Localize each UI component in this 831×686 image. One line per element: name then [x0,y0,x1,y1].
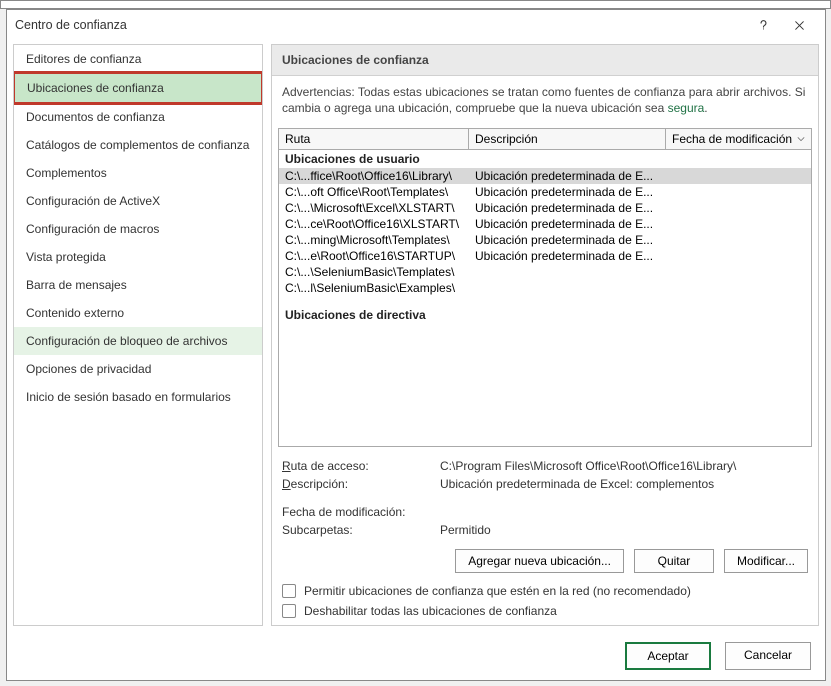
cell-path: C:\...ming\Microsoft\Templates\ [279,233,469,247]
ok-button[interactable]: Aceptar [625,642,711,670]
close-button[interactable] [781,11,817,39]
trust-center-dialog: Centro de confianza Editores de confianz… [6,9,826,681]
cell-desc: Ubicación predeterminada de E... [469,201,666,215]
table-row[interactable]: C:\...ce\Root\Office16\XLSTART\ Ubicació… [279,216,811,232]
panel-heading: Ubicaciones de confianza [272,45,818,76]
table-row[interactable]: C:\...\Microsoft\Excel\XLSTART\ Ubicació… [279,200,811,216]
content-area: Editores de confianza Ubicaciones de con… [7,40,825,632]
nav-form-login[interactable]: Inicio de sesión basado en formularios [14,383,262,411]
close-icon [793,19,806,32]
warning-line2c: . [704,101,707,115]
checkbox-icon [282,584,296,598]
checkbox-icon [282,604,296,618]
warning-link[interactable]: segura [668,101,705,115]
detail-path-label: Ruta de acceso: [282,459,440,473]
cell-date [666,201,811,215]
col-desc[interactable]: Descripción [469,129,666,149]
cell-desc: Ubicación predeterminada de E... [469,217,666,231]
detail-path-value: C:\Program Files\Microsoft Office\Root\O… [440,459,808,473]
help-button[interactable] [745,11,781,39]
nav-protected-view[interactable]: Vista protegida [14,243,262,271]
cancel-button[interactable]: Cancelar [725,642,811,670]
nav-trusted-documents[interactable]: Documentos de confianza [14,103,262,131]
nav-external-content[interactable]: Contenido externo [14,299,262,327]
detail-desc-label: Descripción: [282,477,440,491]
nav-addin-catalogs[interactable]: Catálogos de complementos de confianza [14,131,262,159]
sidebar: Editores de confianza Ubicaciones de con… [13,44,263,626]
warning-line2a: cambia o agrega una ubicación, compruebe… [282,101,668,115]
window-title: Centro de confianza [15,18,745,32]
col-desc-label: Descripción [475,132,538,146]
detail-desc-value: Ubicación predeterminada de Excel: compl… [440,477,808,491]
help-icon [757,19,770,32]
location-buttons: Agregar nueva ubicación... Quitar Modifi… [272,545,818,581]
cell-date [666,249,811,263]
warning-line1: Advertencias: Todas estas ubicaciones se… [282,85,805,99]
remove-button[interactable]: Quitar [634,549,714,573]
nav-macros[interactable]: Configuración de macros [14,215,262,243]
details-panel: Ruta de acceso:C:\Program Files\Microsof… [272,447,818,545]
titlebar: Centro de confianza [7,10,825,40]
disable-all-label: Deshabilitar todas las ubicaciones de co… [304,604,557,618]
warning-text: Advertencias: Todas estas ubicaciones se… [272,76,818,124]
cell-date [666,233,811,247]
detail-sub-label: Subcarpetas: [282,523,440,537]
table-row[interactable]: C:\...l\SeleniumBasic\Examples\ [279,280,811,296]
table-row[interactable]: C:\...\SeleniumBasic\Templates\ [279,264,811,280]
cell-desc: Ubicación predeterminada de E... [469,185,666,199]
disable-all-checkbox-row[interactable]: Deshabilitar todas las ubicaciones de co… [272,601,818,621]
cell-desc: Ubicación predeterminada de E... [469,169,666,183]
dialog-footer: Aceptar Cancelar [7,632,825,680]
section-user: Ubicaciones de usuario [279,150,811,168]
cell-desc: Ubicación predeterminada de E... [469,233,666,247]
table-row[interactable]: C:\...oft Office\Root\Templates\ Ubicaci… [279,184,811,200]
col-path[interactable]: Ruta [279,129,469,149]
cell-desc [469,281,666,295]
cell-path: C:\...l\SeleniumBasic\Examples\ [279,281,469,295]
allow-network-label: Permitir ubicaciones de confianza que es… [304,584,691,598]
cell-date [666,169,811,183]
detail-sub-value: Permitido [440,523,808,537]
cell-path: C:\...ce\Root\Office16\XLSTART\ [279,217,469,231]
table-row[interactable]: C:\...ming\Microsoft\Templates\ Ubicació… [279,232,811,248]
col-path-label: Ruta [285,132,310,146]
cell-date [666,185,811,199]
add-location-button[interactable]: Agregar nueva ubicación... [455,549,624,573]
main-panel: Ubicaciones de confianza Advertencias: T… [271,44,819,626]
nav-trusted-locations[interactable]: Ubicaciones de confianza [15,74,261,102]
nav-addins[interactable]: Complementos [14,159,262,187]
allow-network-checkbox-row[interactable]: Permitir ubicaciones de confianza que es… [272,581,818,601]
background-window [0,0,831,9]
locations-table: Ruta Descripción Fecha de modificación U… [278,128,812,447]
cell-path: C:\...\SeleniumBasic\Templates\ [279,265,469,279]
cell-path: C:\...ffice\Root\Office16\Library\ [279,169,469,183]
table-body[interactable]: Ubicaciones de usuario C:\...ffice\Root\… [279,150,811,446]
nav-trusted-publishers[interactable]: Editores de confianza [14,45,262,73]
nav-message-bar[interactable]: Barra de mensajes [14,271,262,299]
cell-path: C:\...oft Office\Root\Templates\ [279,185,469,199]
modify-button[interactable]: Modificar... [724,549,808,573]
nav-file-block[interactable]: Configuración de bloqueo de archivos [14,327,262,355]
cell-desc: Ubicación predeterminada de E... [469,249,666,263]
col-date-label: Fecha de modificación [672,132,792,146]
cell-desc [469,265,666,279]
cell-date [666,281,811,295]
cell-path: C:\...\Microsoft\Excel\XLSTART\ [279,201,469,215]
section-policy: Ubicaciones de directiva [279,306,811,324]
nav-activex[interactable]: Configuración de ActiveX [14,187,262,215]
sort-icon [797,135,805,143]
table-header: Ruta Descripción Fecha de modificación [279,129,811,150]
table-row[interactable]: C:\...e\Root\Office16\STARTUP\ Ubicación… [279,248,811,264]
detail-date-label: Fecha de modificación: [282,505,440,519]
table-row[interactable]: C:\...ffice\Root\Office16\Library\ Ubica… [279,168,811,184]
cell-date [666,265,811,279]
cell-date [666,217,811,231]
cell-path: C:\...e\Root\Office16\STARTUP\ [279,249,469,263]
detail-date-value [440,505,808,519]
highlight-box: Ubicaciones de confianza [13,71,263,105]
nav-privacy[interactable]: Opciones de privacidad [14,355,262,383]
col-date[interactable]: Fecha de modificación [666,129,811,149]
